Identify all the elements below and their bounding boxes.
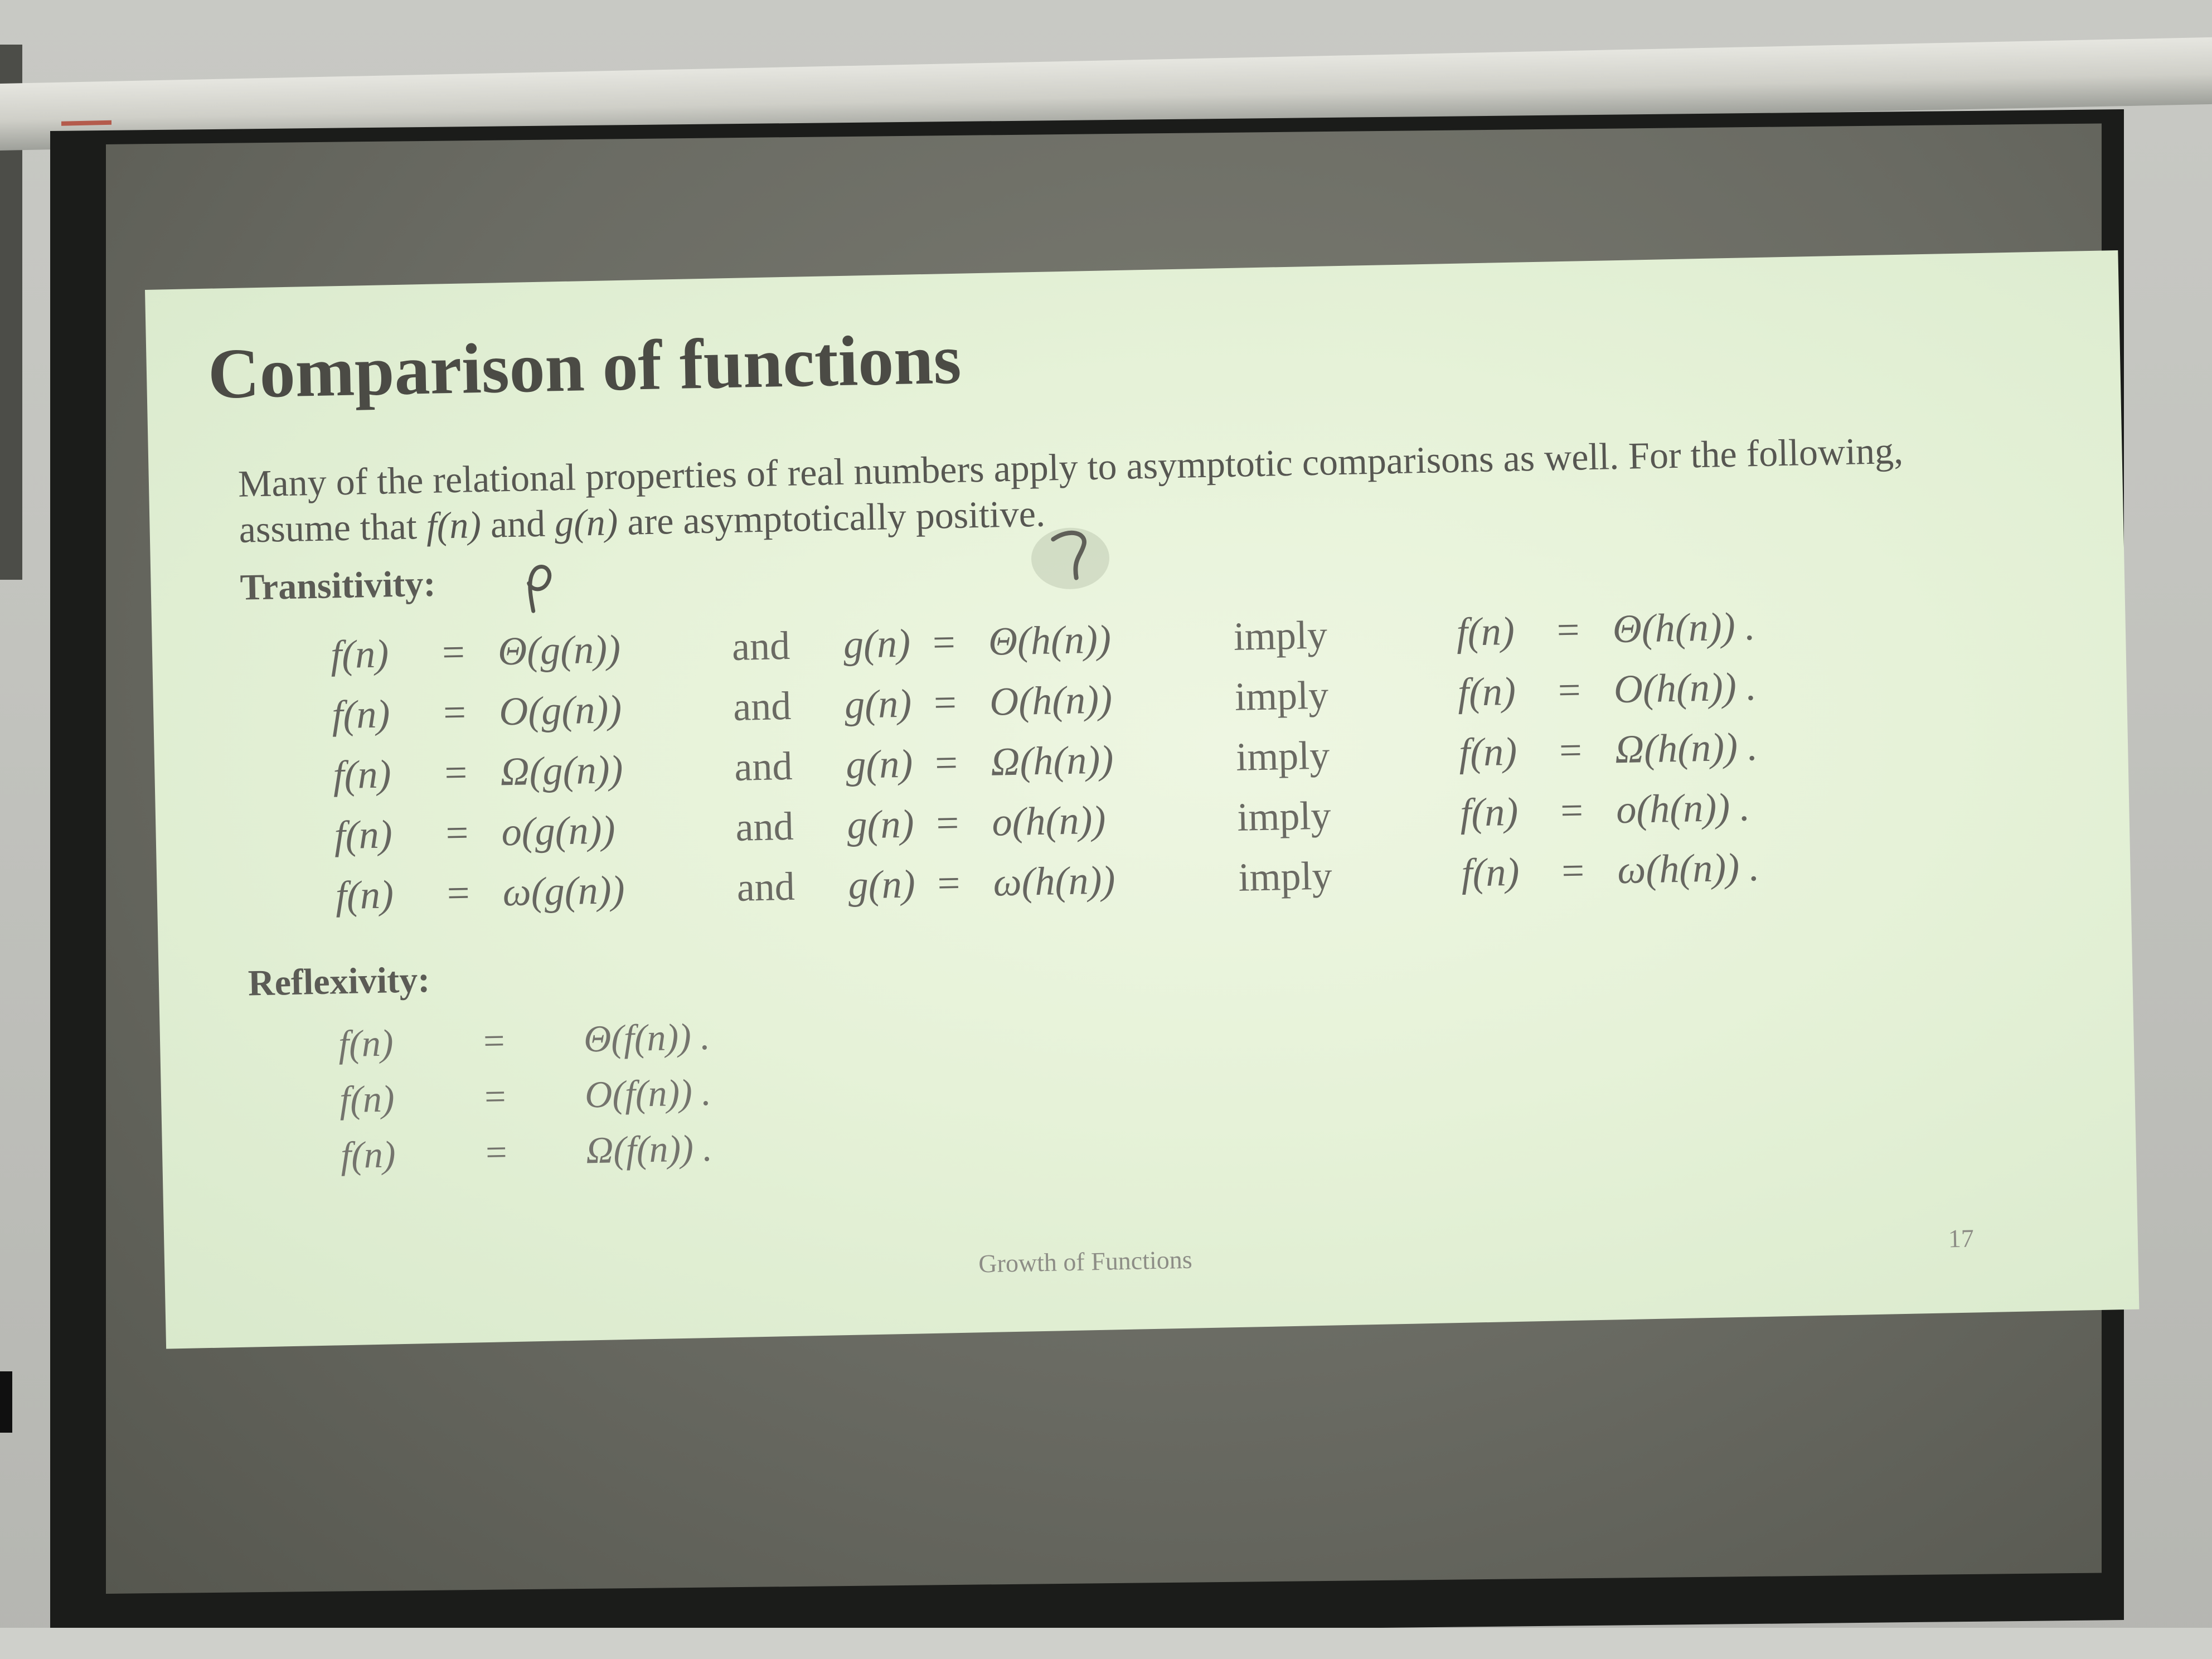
row-and: and [735,803,794,850]
handwritten-scribble [527,564,552,613]
intro-paragraph: Many of the relational properties of rea… [237,425,2023,552]
equals-sign: = [935,800,959,846]
row-g: g(n) [847,861,916,908]
row-premise-result: O(h(n)) [989,677,1113,724]
equals-sign: = [484,1075,507,1118]
row-middle: O(g(n)) [498,686,622,734]
row-conclusion: ω(h(n)) . [1617,845,1760,892]
handwritten-smudge [1031,527,1109,589]
slide-page-number: 17 [1948,1224,1975,1253]
row-lhs: f(n) [330,631,389,677]
equals-sign: = [932,619,956,665]
transitivity-heading: Transitivity: [240,563,436,608]
row-imply: imply [1238,853,1333,900]
housing-mark [61,120,111,126]
row-lhs: f(n) [340,1133,396,1177]
intro-f: f(n) [425,503,482,547]
equals-sign: = [1558,667,1582,713]
intro-and: and [490,502,546,546]
equals-sign: = [485,1131,508,1174]
equals-sign: = [442,629,465,675]
transitivity-row: f(n) = ω(g(n)) and g(n) = ω(h(n)) imply … [335,845,1760,928]
equals-sign: = [937,860,961,906]
row-lhs: f(n) [331,691,391,738]
transitivity-row: f(n) = O(g(n)) and g(n) = O(h(n)) imply … [332,664,1757,748]
row-conclusion: Θ(h(n)) . [1612,604,1756,652]
row-lhs: f(n) [335,872,394,918]
equals-sign: = [1561,848,1585,894]
row-imply: imply [1234,672,1329,719]
row-rhs: Ω(f(n)) . [585,1126,713,1172]
row-and: and [734,743,793,789]
row-and: and [731,623,790,669]
equals-sign: = [444,750,468,795]
row-lhs: f(n) [338,1021,394,1065]
row-conclusion: o(h(n)) . [1616,784,1750,832]
equals-sign: = [1556,607,1580,653]
row-middle: Θ(g(n)) [497,627,621,674]
row-rhs: Θ(f(n)) . [583,1015,711,1060]
slide-footer: Growth of Functions [978,1245,1193,1278]
equals-sign: = [443,690,467,735]
row-middle: Ω(g(n)) [499,746,624,794]
row-conclusion-lhs: f(n) [1459,789,1519,835]
row-premise-result: Ω(h(n)) [990,737,1114,784]
slide-title: Comparison of functions [207,319,962,414]
row-and: and [736,864,795,910]
row-middle: ω(g(n)) [502,867,625,915]
row-lhs: f(n) [332,751,392,798]
intro-g: g(n) [554,501,619,545]
reflexivity-row: f(n) = Θ(f(n)) . [338,1015,710,1072]
equals-sign: = [1559,727,1583,773]
row-premise-result: Θ(h(n)) [988,617,1112,664]
lower-wall-strip [0,1628,2212,1659]
equals-sign: = [445,810,469,856]
row-and: and [733,683,792,729]
equals-sign: = [934,740,958,785]
transitivity-row: f(n) = o(g(n)) and g(n) = o(h(n)) imply … [334,784,1750,868]
row-imply: imply [1235,733,1330,779]
row-lhs: f(n) [339,1077,395,1121]
row-imply: imply [1236,793,1332,840]
row-rhs: O(f(n)) . [584,1070,712,1116]
equals-sign: = [933,680,957,725]
reflexivity-row: f(n) = Ω(f(n)) . [340,1127,712,1183]
row-g: g(n) [845,741,914,787]
intro-text-end: are asymptotically positive. [627,492,1046,543]
row-g: g(n) [843,620,911,667]
row-conclusion-lhs: f(n) [1458,729,1517,775]
reflexivity-heading: Reflexivity: [248,959,430,1004]
row-conclusion: Ω(h(n)) . [1614,724,1758,772]
row-conclusion-lhs: f(n) [1461,849,1520,895]
row-conclusion-lhs: f(n) [1457,668,1516,715]
row-premise-result: o(h(n)) [991,797,1107,845]
row-g: g(n) [846,801,915,847]
equals-sign: = [483,1019,506,1063]
row-lhs: f(n) [333,812,393,858]
equals-sign: = [447,870,470,916]
row-g: g(n) [844,681,912,727]
row-premise-result: ω(h(n)) [992,857,1116,905]
projected-slide: Comparison of functions Many of the rela… [145,250,2140,1349]
row-middle: o(g(n)) [501,807,616,855]
wall-clip [0,1371,12,1433]
transitivity-row: f(n) = Θ(g(n)) and g(n) = Θ(h(n)) imply … [330,604,1755,687]
transitivity-row: f(n) = Ω(g(n)) and g(n) = Ω(h(n)) imply … [333,724,1758,808]
row-imply: imply [1233,612,1328,659]
reflexivity-row: f(n) = O(f(n)) . [339,1071,711,1128]
equals-sign: = [1560,788,1584,833]
row-conclusion-lhs: f(n) [1456,608,1515,654]
row-conclusion: O(h(n)) . [1613,664,1757,712]
